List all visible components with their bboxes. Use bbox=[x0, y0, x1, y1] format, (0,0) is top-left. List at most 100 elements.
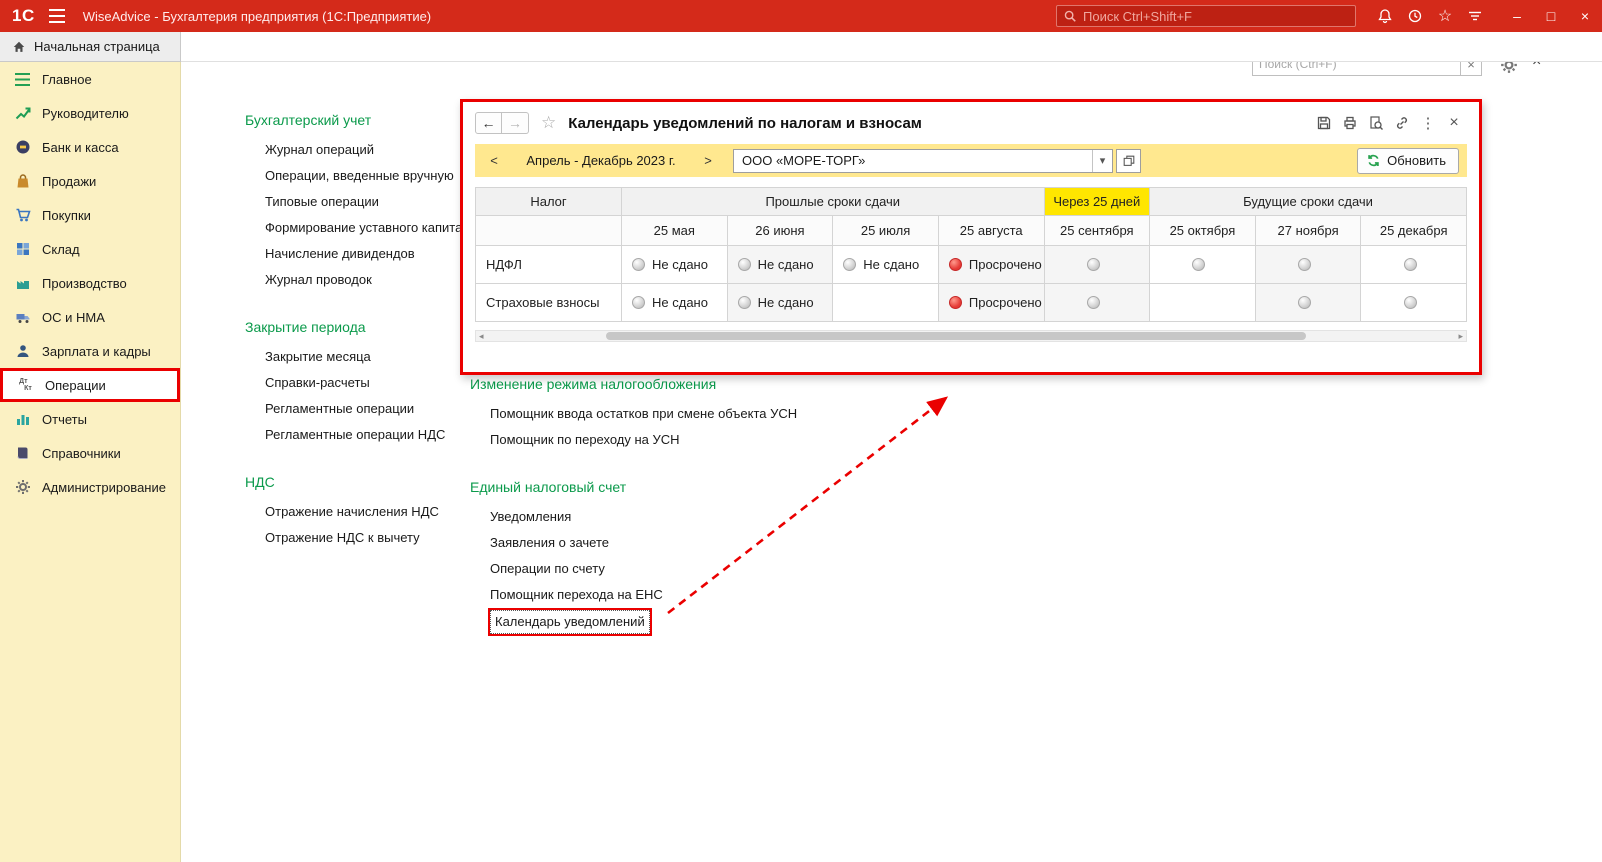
menu-group-title: Единый налоговый счет bbox=[470, 479, 627, 495]
horizontal-scrollbar[interactable]: ◂ ▸ bbox=[475, 330, 1467, 342]
date-header: 25 декабря bbox=[1360, 215, 1467, 246]
calendar-window-header: ← → ☆ Календарь уведомлений по налогам и… bbox=[463, 102, 1479, 144]
status-cell[interactable] bbox=[1360, 283, 1467, 322]
tab-home[interactable]: Начальная страница bbox=[0, 32, 181, 62]
status-cell[interactable]: Не сдано bbox=[621, 283, 728, 322]
favorites-star-icon[interactable]: ☆ bbox=[1430, 0, 1460, 32]
menu-group-period-closing: Закрытие периода Закрытие месяца Справки… bbox=[245, 319, 477, 448]
menu-link[interactable]: Операции, введенные вручную bbox=[265, 163, 477, 189]
sidebar-item-manager[interactable]: Руководителю bbox=[0, 96, 180, 130]
sidebar-item-fixed-assets[interactable]: ОС и НМА bbox=[0, 300, 180, 334]
status-cell[interactable] bbox=[1254, 245, 1362, 284]
status-cell[interactable] bbox=[1360, 245, 1467, 284]
tax-name: Страховые взносы bbox=[475, 283, 622, 322]
global-search[interactable] bbox=[1056, 5, 1356, 27]
status-cell[interactable]: Просрочено bbox=[937, 283, 1045, 322]
menu-link-notification-calendar[interactable]: Календарь уведомлений bbox=[490, 610, 650, 634]
forward-button[interactable]: → bbox=[502, 112, 529, 134]
sidebar-item-directories[interactable]: Справочники bbox=[0, 436, 180, 470]
status-cell[interactable]: Не сдано bbox=[726, 283, 834, 322]
menu-link[interactable]: Операции по счету bbox=[490, 556, 797, 582]
refresh-button[interactable]: Обновить bbox=[1357, 147, 1459, 174]
menu-link[interactable]: Типовые операции bbox=[265, 189, 477, 215]
menu-link[interactable]: Журнал операций bbox=[265, 137, 477, 163]
save-icon[interactable] bbox=[1311, 111, 1337, 135]
menu-link[interactable]: Помощник перехода на ЕНС bbox=[490, 582, 797, 608]
maximize-button[interactable]: □ bbox=[1534, 0, 1568, 32]
minimize-button[interactable]: – bbox=[1500, 0, 1534, 32]
status-dot bbox=[948, 258, 962, 271]
table-group-header-row: Налог Прошлые сроки сдачи Через 25 дней … bbox=[475, 187, 1467, 216]
1c-logo: 1С bbox=[12, 6, 35, 25]
menu-link[interactable]: Журнал проводок bbox=[265, 267, 477, 293]
status-dot bbox=[737, 258, 751, 271]
global-search-input[interactable] bbox=[1083, 8, 1349, 24]
date-header: 26 июня bbox=[726, 215, 834, 246]
menu-link[interactable]: Формирование уставного капитала bbox=[265, 215, 477, 241]
sidebar-item-main[interactable]: Главное bbox=[0, 62, 180, 96]
sidebar-item-production[interactable]: Производство bbox=[0, 266, 180, 300]
menu-link[interactable]: Закрытие месяца bbox=[265, 344, 477, 370]
status-cell[interactable] bbox=[1043, 245, 1151, 284]
menu-link[interactable]: Отражение НДС к вычету bbox=[265, 525, 477, 551]
menu-link[interactable]: Регламентные операции НДС bbox=[265, 422, 477, 448]
menu-link[interactable]: Справки-расчеты bbox=[265, 370, 477, 396]
status-cell[interactable]: Не сдано bbox=[726, 245, 834, 284]
date-header: 25 сентября bbox=[1043, 215, 1151, 246]
debit-credit-icon: Дт Кт bbox=[19, 378, 32, 392]
status-cell[interactable] bbox=[1043, 283, 1151, 322]
window-controls: – □ × bbox=[1500, 0, 1602, 32]
sidebar-item-sales[interactable]: Продажи bbox=[0, 164, 180, 198]
status-cell[interactable] bbox=[1254, 283, 1362, 322]
status-dot bbox=[632, 296, 645, 309]
scrollbar-thumb[interactable] bbox=[606, 332, 1306, 340]
scroll-right-arrow[interactable]: ▸ bbox=[1458, 331, 1463, 341]
preview-icon[interactable] bbox=[1363, 111, 1389, 135]
date-header: 25 июля bbox=[832, 215, 939, 246]
status-cell[interactable]: Не сдано bbox=[832, 245, 939, 284]
in-25-days-header: Через 25 дней bbox=[1043, 187, 1151, 216]
close-app-button[interactable]: × bbox=[1568, 0, 1602, 32]
previous-period-button[interactable]: < bbox=[483, 153, 505, 168]
operations-menu-column-2: Изменение режима налогообложения Помощни… bbox=[470, 376, 797, 662]
status-cell[interactable] bbox=[1149, 245, 1256, 284]
sidebar-item-bank-cash[interactable]: Банк и касса bbox=[0, 130, 180, 164]
status-cell[interactable]: Просрочено bbox=[937, 245, 1045, 284]
history-icon[interactable] bbox=[1400, 0, 1430, 32]
status-cell[interactable] bbox=[1149, 283, 1256, 322]
print-icon[interactable] bbox=[1337, 111, 1363, 135]
section-sidebar: Главное Руководителю Банк и касса Продаж… bbox=[0, 62, 181, 862]
sidebar-item-reports[interactable]: Отчеты bbox=[0, 402, 180, 436]
favorite-star-icon[interactable]: ☆ bbox=[541, 113, 556, 133]
tools-filter-icon[interactable] bbox=[1460, 0, 1490, 32]
status-cell[interactable] bbox=[832, 283, 939, 322]
notifications-bell-icon[interactable] bbox=[1370, 0, 1400, 32]
close-window-icon[interactable]: × bbox=[1441, 111, 1467, 135]
calendar-table: Налог Прошлые сроки сдачи Через 25 дней … bbox=[475, 187, 1467, 322]
menu-link[interactable]: Помощник по переходу на УСН bbox=[490, 427, 797, 453]
sidebar-item-administration[interactable]: Администрирование bbox=[0, 470, 180, 504]
sidebar-item-salary-hr[interactable]: Зарплата и кадры bbox=[0, 334, 180, 368]
sidebar-item-operations[interactable]: Дт Кт Операции bbox=[0, 368, 180, 402]
menu-link[interactable]: Заявления о зачете bbox=[490, 530, 797, 556]
app-root: 1С WiseAdvice - Бухгалтерия предприятия … bbox=[0, 0, 1602, 862]
hamburger-menu-icon[interactable] bbox=[48, 9, 65, 23]
organization-combobox[interactable]: ООО «МОРЕ-ТОРГ» ▾ bbox=[733, 148, 1113, 173]
choose-from-list-button[interactable] bbox=[1116, 148, 1141, 173]
scroll-left-arrow[interactable]: ◂ bbox=[479, 331, 484, 341]
sidebar-item-warehouse[interactable]: Склад bbox=[0, 232, 180, 266]
menu-link[interactable]: Помощник ввода остатков при смене объект… bbox=[490, 401, 797, 427]
sidebar-item-purchases[interactable]: Покупки bbox=[0, 198, 180, 232]
menu-link[interactable]: Начисление дивидендов bbox=[265, 241, 477, 267]
menu-link[interactable]: Отражение начисления НДС bbox=[265, 499, 477, 525]
status-dot bbox=[1086, 296, 1100, 309]
menu-link[interactable]: Уведомления bbox=[490, 504, 797, 530]
tax-column-header: Налог bbox=[475, 187, 622, 216]
next-period-button[interactable]: > bbox=[697, 153, 719, 168]
menu-link[interactable]: Регламентные операции bbox=[265, 396, 477, 422]
status-cell[interactable]: Не сдано bbox=[621, 245, 728, 284]
get-link-icon[interactable] bbox=[1389, 111, 1415, 135]
more-menu-icon[interactable]: ⋮ bbox=[1415, 111, 1441, 135]
chevron-down-icon[interactable]: ▾ bbox=[1092, 149, 1112, 172]
back-button[interactable]: ← bbox=[475, 112, 502, 134]
